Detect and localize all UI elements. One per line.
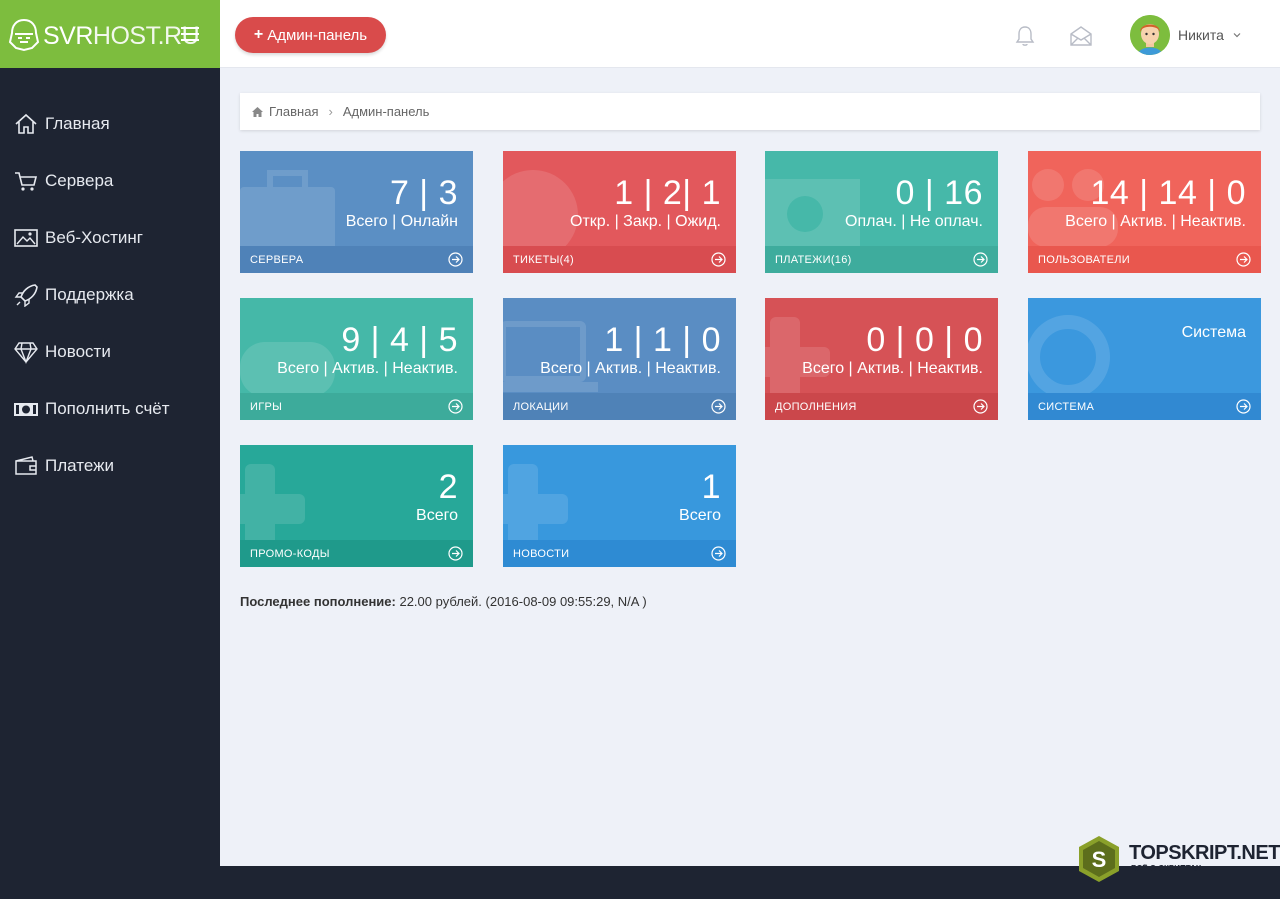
system-card[interactable]: Система СИСТЕМА	[1028, 298, 1261, 420]
admin-panel-button[interactable]: + Админ-панель	[235, 17, 386, 53]
bell-icon[interactable]	[1014, 25, 1036, 47]
arrow-circle-right-icon	[448, 399, 463, 414]
card-footer[interactable]: НОВОСТИ	[503, 540, 736, 567]
last-topup-label: Последнее пополнение:	[240, 594, 396, 609]
card-subtitle: Оплач. | Не оплач.	[845, 213, 983, 230]
menu-toggle-icon[interactable]	[181, 27, 199, 41]
home-icon	[252, 106, 263, 117]
rocket-icon	[13, 283, 39, 307]
card-value: 0 | 0 | 0	[866, 321, 983, 359]
sidebar-item-label: Главная	[45, 113, 110, 133]
card-footer[interactable]: СЕРВЕРА	[240, 246, 473, 273]
plus-icon: +	[253, 26, 264, 43]
card-value: 2	[438, 468, 458, 506]
promo-codes-card[interactable]: 2 Всего ПРОМО-КОДЫ	[240, 445, 473, 567]
arrow-circle-right-icon	[711, 546, 726, 561]
home-icon	[13, 112, 39, 136]
servers-card[interactable]: 7 | 3 Всего | Онлайн СЕРВЕРА	[240, 151, 473, 273]
wallet-icon	[13, 454, 39, 478]
sidebar-item-news[interactable]: Новости	[0, 323, 220, 380]
admin-panel-label: Админ-панель	[267, 26, 368, 44]
locations-card[interactable]: 1 | 1 | 0 Всего | Актив. | Неактив. ЛОКА…	[503, 298, 736, 420]
card-value: 1	[701, 468, 721, 506]
card-subtitle: Всего	[679, 507, 721, 524]
addons-card[interactable]: 0 | 0 | 0 Всего | Актив. | Неактив. ДОПО…	[765, 298, 998, 420]
sidebar-item-web-hosting[interactable]: Веб-Хостинг	[0, 209, 220, 266]
breadcrumb-separator-icon: ›	[328, 104, 333, 119]
logo-text[interactable]: SVRHOST.RU	[43, 22, 200, 51]
arrow-circle-right-icon	[711, 399, 726, 414]
sidebar-item-topup[interactable]: Пополнить счёт	[0, 380, 220, 437]
breadcrumb-home[interactable]: Главная	[269, 104, 318, 119]
card-subtitle: Откр. | Закр. | Ожид.	[570, 213, 721, 230]
sidebar-item-support[interactable]: Поддержка	[0, 266, 220, 323]
sidebar-item-label: Платежи	[45, 455, 114, 475]
user-menu[interactable]: Никита	[1130, 15, 1242, 55]
arrow-circle-right-icon	[1236, 252, 1251, 267]
breadcrumb: Главная › Админ-панель	[240, 93, 1260, 130]
news-card[interactable]: 1 Всего НОВОСТИ	[503, 445, 736, 567]
tickets-card[interactable]: 1 | 2| 1 Откр. | Закр. | Ожид. ТИКЕТЫ(4)	[503, 151, 736, 273]
card-subtitle: Всего | Актив. | Неактив.	[1065, 213, 1246, 230]
sidebar-item-label: Пополнить счёт	[45, 398, 170, 418]
arrow-circle-right-icon	[448, 546, 463, 561]
arrow-circle-right-icon	[711, 252, 726, 267]
sidebar: SVRHOST.RU Главная Сервера Веб-Хостинг П…	[0, 0, 220, 899]
card-subtitle: Всего | Онлайн	[345, 213, 458, 230]
arrow-circle-right-icon	[1236, 399, 1251, 414]
sidebar-item-label: Веб-Хостинг	[45, 227, 143, 247]
cart-icon	[13, 169, 39, 193]
helmet-logo-icon	[8, 18, 40, 52]
payments-card[interactable]: 0 | 16 Оплач. | Не оплач. ПЛАТЕЖИ(16)	[765, 151, 998, 273]
avatar[interactable]	[1130, 15, 1170, 55]
games-card[interactable]: 9 | 4 | 5 Всего | Актив. | Неактив. ИГРЫ	[240, 298, 473, 420]
sidebar-item-payments[interactable]: Платежи	[0, 437, 220, 494]
envelope-icon[interactable]	[1069, 25, 1093, 47]
card-footer[interactable]: ЛОКАЦИИ	[503, 393, 736, 420]
card-value: 0 | 16	[895, 174, 983, 212]
chevron-down-icon	[1233, 33, 1241, 38]
card-value: 1 | 1 | 0	[604, 321, 721, 359]
card-footer[interactable]: ПОЛЬЗОВАТЕЛИ	[1028, 246, 1261, 273]
card-value: 14 | 14 | 0	[1090, 174, 1246, 212]
sidebar-item-home[interactable]: Главная	[0, 95, 220, 152]
watermark-text: TOPSKRIPT.NET	[1129, 842, 1280, 864]
sidebar-item-servers[interactable]: Сервера	[0, 152, 220, 209]
card-value: 7 | 3	[389, 174, 458, 212]
watermark-subtext: ВСЁ О СКРИПТАХ	[1131, 864, 1202, 873]
arrow-circle-right-icon	[973, 399, 988, 414]
card-footer[interactable]: ИГРЫ	[240, 393, 473, 420]
card-footer[interactable]: ТИКЕТЫ(4)	[503, 246, 736, 273]
card-footer[interactable]: ПЛАТЕЖИ(16)	[765, 246, 998, 273]
svg-text:S: S	[1092, 847, 1107, 872]
topbar: + Админ-панель Никита	[220, 0, 1280, 68]
card-footer[interactable]: ПРОМО-КОДЫ	[240, 540, 473, 567]
users-card[interactable]: 14 | 14 | 0 Всего | Актив. | Неактив. ПО…	[1028, 151, 1261, 273]
card-value: 9 | 4 | 5	[341, 321, 458, 359]
last-topup-value: 22.00 рублей. (2016-08-09 09:55:29, N/A …	[399, 594, 647, 609]
last-topup-info: Последнее пополнение: 22.00 рублей. (201…	[240, 594, 647, 609]
card-footer[interactable]: СИСТЕМА	[1028, 393, 1261, 420]
card-title: Система	[1181, 324, 1246, 341]
card-subtitle: Всего | Актив. | Неактив.	[540, 360, 721, 377]
breadcrumb-current: Админ-панель	[342, 104, 430, 119]
user-name: Никита	[1178, 27, 1224, 43]
card-subtitle: Всего | Актив. | Неактив.	[277, 360, 458, 377]
watermark-logo-icon: S	[1079, 836, 1119, 882]
arrow-circle-right-icon	[448, 252, 463, 267]
sidebar-nav: Главная Сервера Веб-Хостинг Поддержка Но…	[0, 68, 220, 494]
logo-bar: SVRHOST.RU	[0, 0, 220, 68]
image-icon	[13, 226, 39, 250]
sidebar-item-label: Сервера	[45, 170, 114, 190]
card-subtitle: Всего | Актив. | Неактив.	[802, 360, 983, 377]
sidebar-item-label: Поддержка	[45, 284, 134, 304]
card-footer[interactable]: ДОПОЛНЕНИЯ	[765, 393, 998, 420]
topskript-watermark: S TOPSKRIPT.NET ВСЁ О СКРИПТАХ	[1074, 834, 1280, 884]
card-value: 1 | 2| 1	[614, 174, 721, 212]
money-icon	[13, 397, 39, 421]
arrow-circle-right-icon	[973, 252, 988, 267]
diamond-icon	[13, 340, 39, 364]
card-subtitle: Всего	[416, 507, 458, 524]
sidebar-item-label: Новости	[45, 341, 111, 361]
